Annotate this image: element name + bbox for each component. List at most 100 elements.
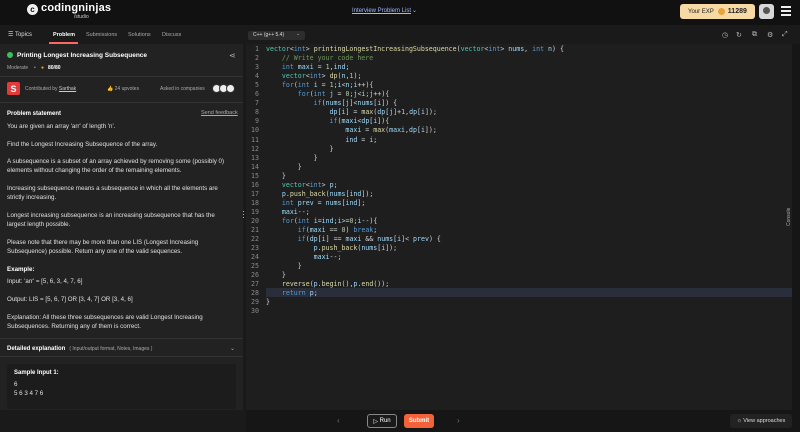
hamburger-menu-icon[interactable] <box>781 6 791 16</box>
divider <box>0 338 243 339</box>
tab-discuss[interactable]: Discuss <box>162 32 181 38</box>
code-line[interactable]: if(maxi<dp[i]){ <box>266 117 390 125</box>
code-line[interactable]: maxi--; <box>266 208 310 216</box>
detailed-explanation-toggle[interactable]: Detailed explanation( Input/output forma… <box>7 346 152 352</box>
author-avatar: S <box>7 82 20 95</box>
code-line[interactable]: vector<int> printingLongestIncreasingSub… <box>266 45 564 53</box>
line-number: 12 <box>251 144 259 153</box>
code-line[interactable]: p.push_back(nums[ind]); <box>266 190 373 198</box>
lightbulb-icon: ☼ <box>736 418 744 424</box>
submit-button[interactable]: Submit <box>404 414 434 428</box>
code-line[interactable]: if(nums[j]<nums[i]) { <box>266 99 398 107</box>
code-line[interactable]: int maxi = 1,ind; <box>266 63 350 71</box>
fullscreen-icon[interactable]: ⤢ <box>782 31 788 39</box>
sample-input-heading: Sample Input 1: <box>14 370 59 376</box>
line-number: 28 <box>251 289 259 298</box>
code-line[interactable]: for(int j = 0;j<i;j++){ <box>266 90 390 98</box>
previous-problem-icon[interactable]: ‹ <box>337 416 340 425</box>
console-toggle[interactable]: Console <box>786 208 792 226</box>
line-number: 3 <box>255 63 259 72</box>
reset-icon[interactable]: ↻ <box>736 31 742 39</box>
code-line[interactable]: maxi = max(maxi,dp[i]); <box>266 126 436 134</box>
tab-problem[interactable]: Problem <box>53 32 75 38</box>
code-line[interactable]: if(maxi == 0) break; <box>266 226 378 234</box>
code-line[interactable]: int prev = nums[ind]; <box>266 199 365 207</box>
code-editor[interactable]: 1 2 3 4 5 6 7 8 9 10 11 12 13 14 15 16 17 18 19 20 21 22 23 24 2… <box>246 44 792 410</box>
chevron-down-icon[interactable]: ⌄ <box>412 7 417 14</box>
code-line[interactable]: } <box>266 271 286 279</box>
line-number: 30 <box>251 307 259 316</box>
console-sidebar[interactable] <box>792 44 800 410</box>
code-line[interactable]: for(int i = 1;i<n;i++){ <box>266 81 374 89</box>
problem-tabs-bar: ☰ Topics Problem Submissions Solutions D… <box>0 27 244 44</box>
code-line[interactable]: reverse(p.begin(),p.end()); <box>266 280 389 288</box>
code-line[interactable]: maxi--; <box>266 253 342 261</box>
current-line-highlight <box>266 288 792 297</box>
score-coin-icon: ● <box>41 65 45 71</box>
exp-badge[interactable]: Your EXP 11289 <box>680 4 755 19</box>
line-number: 18 <box>251 198 259 207</box>
interview-problem-list-link[interactable]: Interview Problem List <box>352 8 411 14</box>
view-approaches-button[interactable]: ☼ View approaches <box>730 414 792 428</box>
line-number: 16 <box>251 180 259 189</box>
line-number: 21 <box>251 226 259 234</box>
author-link[interactable]: Sarthak <box>59 86 76 92</box>
example-input: Input: 'arr' = [5, 6, 3, 4, 7, 6] <box>7 278 83 285</box>
line-number: 23 <box>251 244 259 253</box>
logo-text[interactable]: codingninjas <box>41 2 111 14</box>
code-line[interactable]: dp[i] = max(dp[j]+1,dp[i]); <box>266 108 437 116</box>
line-number: 24 <box>251 253 259 262</box>
line-number: 25 <box>251 262 259 271</box>
tab-solutions[interactable]: Solutions <box>128 32 151 38</box>
panel-resize-handle[interactable]: · · · <box>242 207 245 222</box>
code-line[interactable]: } <box>266 172 286 180</box>
line-number: 13 <box>251 153 259 162</box>
sample-input-line: 6 <box>14 381 18 388</box>
chevron-down-icon[interactable]: ⌄ <box>230 345 235 352</box>
logo-icon[interactable]: c <box>27 4 38 15</box>
topics-button[interactable]: ☰ Topics <box>8 31 32 38</box>
copy-icon[interactable]: ⧉ <box>752 31 757 39</box>
line-number: 15 <box>251 171 259 180</box>
line-number: 9 <box>255 117 259 126</box>
coin-icon <box>717 8 725 15</box>
settings-gear-icon[interactable]: ⚙ <box>767 31 773 39</box>
line-number: 17 <box>251 189 259 198</box>
list-icon: ☰ <box>8 32 15 38</box>
code-line[interactable]: } <box>266 145 334 153</box>
tab-submissions[interactable]: Submissions <box>86 32 117 38</box>
send-feedback-link[interactable]: Send feedback <box>201 110 238 116</box>
code-line[interactable]: vector<int> p; <box>266 181 338 189</box>
timer-icon[interactable]: ◷ <box>722 31 728 39</box>
line-number: 29 <box>251 298 259 307</box>
code-line[interactable]: ind = i; <box>266 136 377 144</box>
exp-value: 11289 <box>727 8 747 15</box>
code-line[interactable]: } <box>266 298 270 306</box>
divider <box>0 76 243 77</box>
share-icon[interactable]: ⋖ <box>229 51 236 60</box>
code-line[interactable]: p.push_back(nums[i]); <box>266 244 397 252</box>
code-line[interactable]: } <box>266 163 302 171</box>
chevron-down-icon[interactable]: ⌄ <box>296 31 300 37</box>
code-line[interactable]: for(int i=ind;i>=0;i--){ <box>266 217 377 225</box>
next-problem-icon[interactable]: › <box>457 416 460 425</box>
line-number: 5 <box>255 81 259 90</box>
code-line[interactable]: } <box>266 262 302 270</box>
exp-label: Your EXP <box>688 8 714 15</box>
example-explanation: Explanation: All these three subsequence… <box>7 314 203 330</box>
statement-paragraph: You are given an array 'arr' of length '… <box>7 123 116 130</box>
company-logo-icon[interactable] <box>226 84 235 93</box>
code-line[interactable]: // Write your code here <box>266 54 373 62</box>
asked-in-companies: Asked in companies <box>160 86 205 92</box>
line-number: 11 <box>251 135 259 144</box>
code-line[interactable]: } <box>266 154 318 162</box>
run-button[interactable]: ▷ Run <box>367 414 397 428</box>
code-line[interactable]: vector<int> dp(n,1); <box>266 72 362 80</box>
avatar[interactable] <box>759 4 774 19</box>
divider <box>0 356 243 357</box>
line-number-gutter: 1 2 3 4 5 6 7 8 9 10 11 12 13 14 15 16 17 18 19 20 21 22 23 24 2… <box>246 44 266 410</box>
statement-paragraph: Longest increasing subsequence is an inc… <box>7 212 215 228</box>
code-line[interactable]: return p; <box>266 289 318 297</box>
upvote-count[interactable]: 👍 24 upvotes <box>107 86 139 92</box>
code-line[interactable]: if(dp[i] == maxi && nums[i]< prev) { <box>266 235 441 243</box>
